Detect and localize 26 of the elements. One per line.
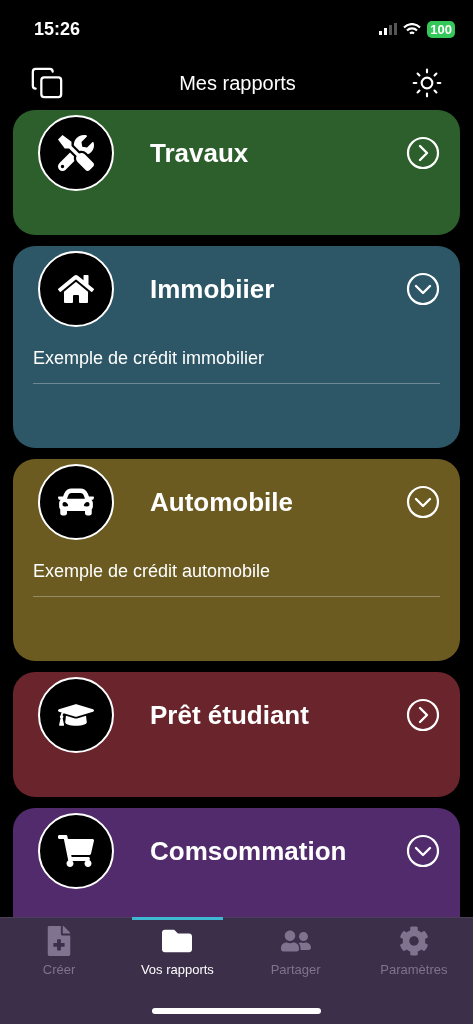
chevron-down-icon[interactable] xyxy=(406,272,440,306)
gear-icon xyxy=(398,926,429,956)
signal-icon xyxy=(379,23,398,35)
chevron-down-icon[interactable] xyxy=(406,485,440,519)
report-item[interactable]: Exemple de crédit immobilier xyxy=(33,328,440,384)
category-title: Comsommation xyxy=(150,835,348,867)
category-card[interactable]: Comsommation xyxy=(13,808,460,917)
status-time: 15:26 xyxy=(34,18,81,40)
category-title: Prêt étudiant xyxy=(150,699,310,731)
brightness-icon[interactable] xyxy=(411,67,443,99)
category-card[interactable]: Travaux xyxy=(13,110,460,235)
chevron-right-icon[interactable] xyxy=(406,136,440,170)
report-item[interactable]: Exemple de crédit automobile xyxy=(33,541,440,597)
category-card[interactable]: Automobile Exemple de crédit automobile xyxy=(13,459,460,661)
category-title: Travaux xyxy=(150,137,250,169)
category-title: Immobiier xyxy=(150,273,276,305)
chevron-down-icon[interactable] xyxy=(406,834,440,868)
chevron-right-icon[interactable] xyxy=(406,698,440,732)
page-title: Mes rapports xyxy=(179,71,296,95)
category-title: Automobile xyxy=(150,486,294,518)
battery-level: 100 xyxy=(427,20,455,38)
tab-button[interactable]: Vos rapports xyxy=(132,917,223,979)
wifi-icon xyxy=(403,22,422,36)
windows-icon[interactable] xyxy=(30,66,64,100)
category-card[interactable]: Immobiier Exemple de crédit immobilier xyxy=(13,246,460,448)
category-card[interactable]: Prêt étudiant xyxy=(13,672,460,797)
